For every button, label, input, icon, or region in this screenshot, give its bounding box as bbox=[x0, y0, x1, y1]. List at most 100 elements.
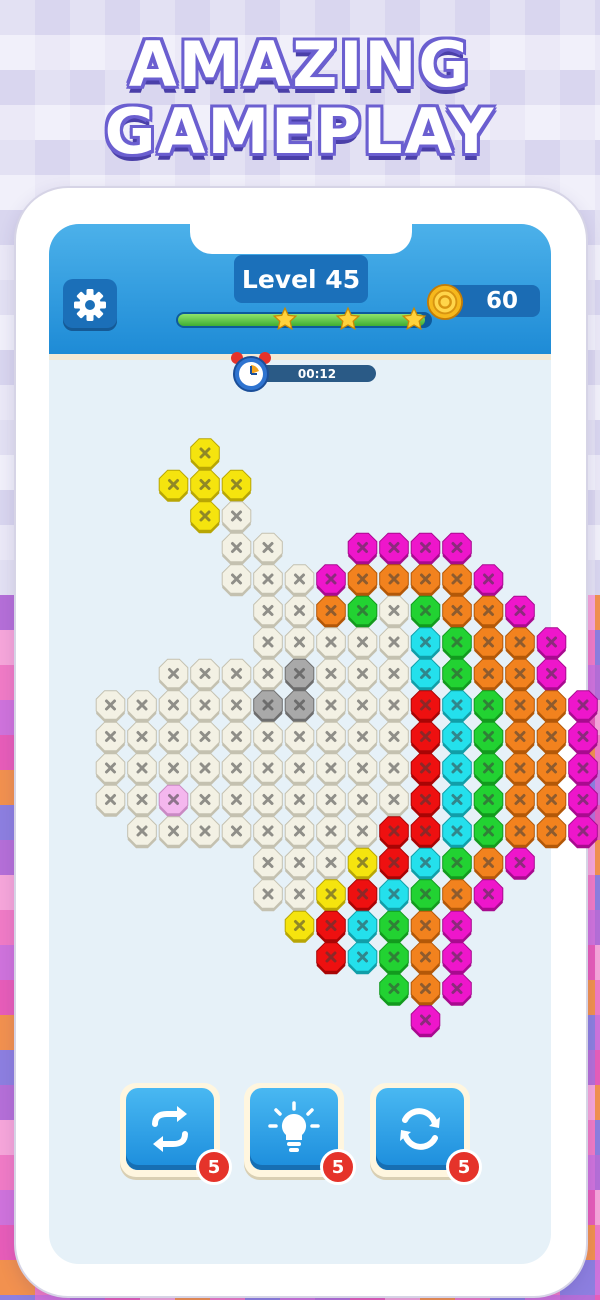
screw-15-8[interactable] bbox=[316, 910, 346, 943]
screw-15-9[interactable] bbox=[347, 910, 378, 943]
screw-7-10[interactable] bbox=[379, 658, 409, 691]
screw-8-14[interactable] bbox=[505, 690, 535, 723]
screw-15-12[interactable] bbox=[442, 910, 472, 943]
screw-17-11[interactable] bbox=[410, 973, 441, 1006]
screw-12-2[interactable] bbox=[127, 816, 157, 849]
screw-11-5[interactable] bbox=[221, 784, 252, 817]
screw-7-8[interactable] bbox=[316, 658, 346, 691]
screw-10-6[interactable] bbox=[253, 753, 283, 786]
screw-11-7[interactable] bbox=[284, 784, 315, 817]
screw-13-13[interactable] bbox=[473, 847, 504, 880]
screw-9-16[interactable] bbox=[568, 721, 598, 754]
screw-8-8[interactable] bbox=[316, 690, 346, 723]
screw-10-14[interactable] bbox=[505, 753, 535, 786]
screw-12-4[interactable] bbox=[190, 816, 220, 849]
screw-5-7[interactable] bbox=[284, 595, 315, 628]
screw-14-6[interactable] bbox=[253, 879, 283, 912]
screw-11-6[interactable] bbox=[253, 784, 283, 817]
screw-12-14[interactable] bbox=[505, 816, 535, 849]
screw-7-6[interactable] bbox=[253, 658, 283, 691]
screw-1-3[interactable] bbox=[158, 469, 189, 502]
screw-13-6[interactable] bbox=[253, 847, 283, 880]
screw-4-9[interactable] bbox=[347, 564, 378, 597]
screw-7-9[interactable] bbox=[347, 658, 378, 691]
screw-1-4[interactable] bbox=[190, 469, 220, 502]
screw-11-10[interactable] bbox=[379, 784, 409, 817]
screw-11-1[interactable] bbox=[95, 784, 126, 817]
screw-9-6[interactable] bbox=[253, 721, 283, 754]
screw-9-12[interactable] bbox=[442, 721, 472, 754]
screw-13-12[interactable] bbox=[442, 847, 472, 880]
screw-10-16[interactable] bbox=[568, 753, 598, 786]
screw-10-1[interactable] bbox=[95, 753, 126, 786]
screw-9-13[interactable] bbox=[473, 721, 504, 754]
screw-4-11[interactable] bbox=[410, 564, 441, 597]
screw-5-6[interactable] bbox=[253, 595, 283, 628]
screw-6-15[interactable] bbox=[536, 627, 567, 660]
screw-5-14[interactable] bbox=[505, 595, 535, 628]
screw-12-10[interactable] bbox=[379, 816, 409, 849]
screw-16-11[interactable] bbox=[410, 942, 441, 975]
screw-5-10[interactable] bbox=[379, 595, 409, 628]
screw-8-16[interactable] bbox=[568, 690, 598, 723]
screw-8-1[interactable] bbox=[95, 690, 126, 723]
screw-13-11[interactable] bbox=[410, 847, 441, 880]
screw-10-7[interactable] bbox=[284, 753, 315, 786]
screw-16-12[interactable] bbox=[442, 942, 472, 975]
screw-7-11[interactable] bbox=[410, 658, 441, 691]
screw-18-11[interactable] bbox=[410, 1005, 441, 1038]
screw-10-9[interactable] bbox=[347, 753, 378, 786]
screw-8-3[interactable] bbox=[158, 690, 189, 723]
screw-12-6[interactable] bbox=[253, 816, 283, 849]
screw-5-8[interactable] bbox=[316, 595, 346, 628]
screw-6-13[interactable] bbox=[473, 627, 504, 660]
screw-4-5[interactable] bbox=[221, 564, 252, 597]
screw-11-8[interactable] bbox=[316, 784, 346, 817]
screw-8-11[interactable] bbox=[410, 690, 441, 723]
screw-5-9[interactable] bbox=[347, 595, 378, 628]
screw-9-4[interactable] bbox=[190, 721, 220, 754]
screw-8-6[interactable] bbox=[253, 690, 283, 723]
screw-7-4[interactable] bbox=[190, 658, 220, 691]
screw-8-2[interactable] bbox=[127, 690, 157, 723]
screw-3-6[interactable] bbox=[253, 532, 283, 565]
screw-10-11[interactable] bbox=[410, 753, 441, 786]
screw-12-16[interactable] bbox=[568, 816, 598, 849]
screw-11-3[interactable] bbox=[158, 784, 189, 817]
screw-12-11[interactable] bbox=[410, 816, 441, 849]
screw-14-12[interactable] bbox=[442, 879, 472, 912]
screw-11-11[interactable] bbox=[410, 784, 441, 817]
screw-12-12[interactable] bbox=[442, 816, 472, 849]
screw-12-5[interactable] bbox=[221, 816, 252, 849]
screw-9-9[interactable] bbox=[347, 721, 378, 754]
screw-9-7[interactable] bbox=[284, 721, 315, 754]
screw-8-5[interactable] bbox=[221, 690, 252, 723]
screw-10-2[interactable] bbox=[127, 753, 157, 786]
screw-8-15[interactable] bbox=[536, 690, 567, 723]
screw-13-9[interactable] bbox=[347, 847, 378, 880]
screw-5-11[interactable] bbox=[410, 595, 441, 628]
screw-9-15[interactable] bbox=[536, 721, 567, 754]
screw-4-6[interactable] bbox=[253, 564, 283, 597]
screw-7-3[interactable] bbox=[158, 658, 189, 691]
screw-5-13[interactable] bbox=[473, 595, 504, 628]
screw-9-3[interactable] bbox=[158, 721, 189, 754]
screw-8-7[interactable] bbox=[284, 690, 315, 723]
screw-8-4[interactable] bbox=[190, 690, 220, 723]
hint-tool-button[interactable]: 5 bbox=[244, 1083, 356, 1185]
screw-4-8[interactable] bbox=[316, 564, 346, 597]
screw-6-9[interactable] bbox=[347, 627, 378, 660]
screw-9-2[interactable] bbox=[127, 721, 157, 754]
screw-3-9[interactable] bbox=[347, 532, 378, 565]
screw-12-7[interactable] bbox=[284, 816, 315, 849]
screw-6-14[interactable] bbox=[505, 627, 535, 660]
screw-9-1[interactable] bbox=[95, 721, 126, 754]
screw-14-13[interactable] bbox=[473, 879, 504, 912]
screw-3-10[interactable] bbox=[379, 532, 409, 565]
screw-16-8[interactable] bbox=[316, 942, 346, 975]
screw-10-10[interactable] bbox=[379, 753, 409, 786]
screw-15-11[interactable] bbox=[410, 910, 441, 943]
screw-11-2[interactable] bbox=[127, 784, 157, 817]
screw-0-4[interactable] bbox=[190, 438, 220, 471]
screw-10-13[interactable] bbox=[473, 753, 504, 786]
